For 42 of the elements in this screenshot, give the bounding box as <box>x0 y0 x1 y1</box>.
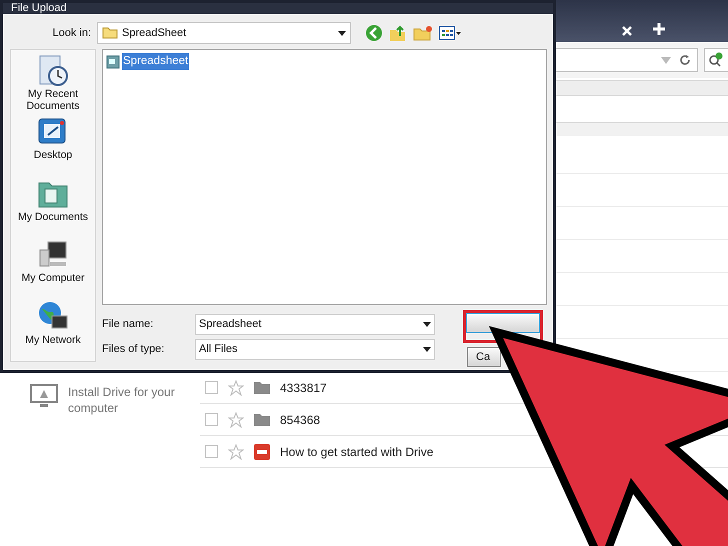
file-name[interactable]: 854368 <box>280 410 320 428</box>
star-icon[interactable] <box>228 444 244 460</box>
place-item[interactable]: My Documents <box>16 210 90 223</box>
file-type-dropdown[interactable]: All Files <box>195 338 435 360</box>
install-drive-link[interactable]: Install Drive for your computer <box>68 384 198 416</box>
place-item[interactable]: Desktop <box>32 149 74 162</box>
close-icon[interactable] <box>622 26 632 36</box>
checkbox[interactable] <box>205 445 218 458</box>
look-in-dropdown[interactable]: SpreadSheet <box>97 22 351 44</box>
cancel-button[interactable]: Ca <box>467 347 501 368</box>
view-menu-icon[interactable] <box>439 26 461 40</box>
star-icon[interactable] <box>228 380 244 396</box>
plus-icon[interactable] <box>652 22 666 36</box>
search-button[interactable] <box>704 48 728 72</box>
folder-up-icon[interactable] <box>389 24 407 42</box>
place-item[interactable]: My Network <box>23 334 83 346</box>
look-in-label: Look in: <box>51 26 92 41</box>
field-label: Files of type: <box>102 342 166 357</box>
folder-icon <box>254 413 270 426</box>
checkbox[interactable] <box>205 381 218 394</box>
dropdown-caret-icon <box>338 30 346 36</box>
folder-icon <box>254 381 270 394</box>
new-folder-icon[interactable] <box>413 25 433 41</box>
open-button[interactable] <box>466 313 540 333</box>
dropdown-caret-icon <box>423 322 431 326</box>
place-item[interactable]: My Computer <box>19 272 86 284</box>
pdf-file-icon <box>254 444 270 460</box>
folder-icon <box>102 27 118 39</box>
file-name-field[interactable]: Spreadsheet <box>195 314 435 334</box>
search-icon <box>708 52 724 68</box>
checkbox[interactable] <box>205 413 218 426</box>
dropdown-caret-icon[interactable] <box>661 56 671 64</box>
star-icon[interactable] <box>228 412 244 428</box>
computer-drive-icon <box>30 384 58 408</box>
dropdown-caret-icon <box>423 346 431 352</box>
file-name[interactable]: How to get started with Drive <box>280 442 434 460</box>
file-name[interactable]: 4333817 <box>280 378 327 396</box>
field-label: File name: <box>102 316 154 332</box>
reload-icon[interactable] <box>679 54 691 66</box>
spreadsheet-file-icon <box>106 54 120 69</box>
place-item[interactable]: My Recent Documents <box>11 88 95 112</box>
window-title: File Upload <box>11 3 67 14</box>
